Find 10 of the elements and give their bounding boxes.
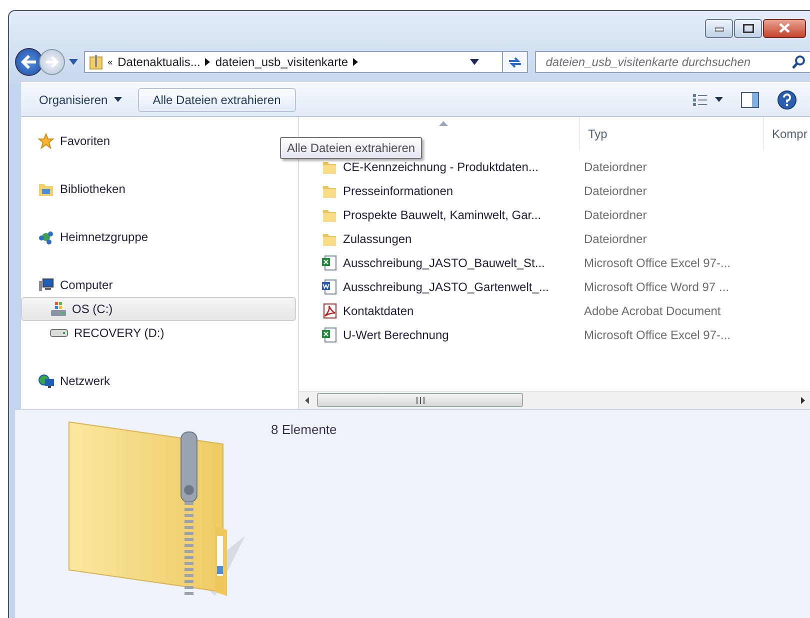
item-count: 8 Elemente <box>271 422 337 439</box>
file-type: Dateiordner <box>583 184 647 198</box>
file-type: Microsoft Office Excel 97-... <box>583 328 730 342</box>
tooltip: Alle Dateien extrahieren <box>280 137 422 159</box>
file-type: Adobe Acrobat Document <box>583 304 721 318</box>
file-type: Microsoft Office Word 97 ... <box>583 280 729 294</box>
file-type: Dateiordner <box>583 160 647 174</box>
file-type: Dateiordner <box>583 208 647 222</box>
file-type: Microsoft Office Excel 97-... <box>583 256 730 270</box>
file-type: Dateiordner <box>583 232 647 246</box>
